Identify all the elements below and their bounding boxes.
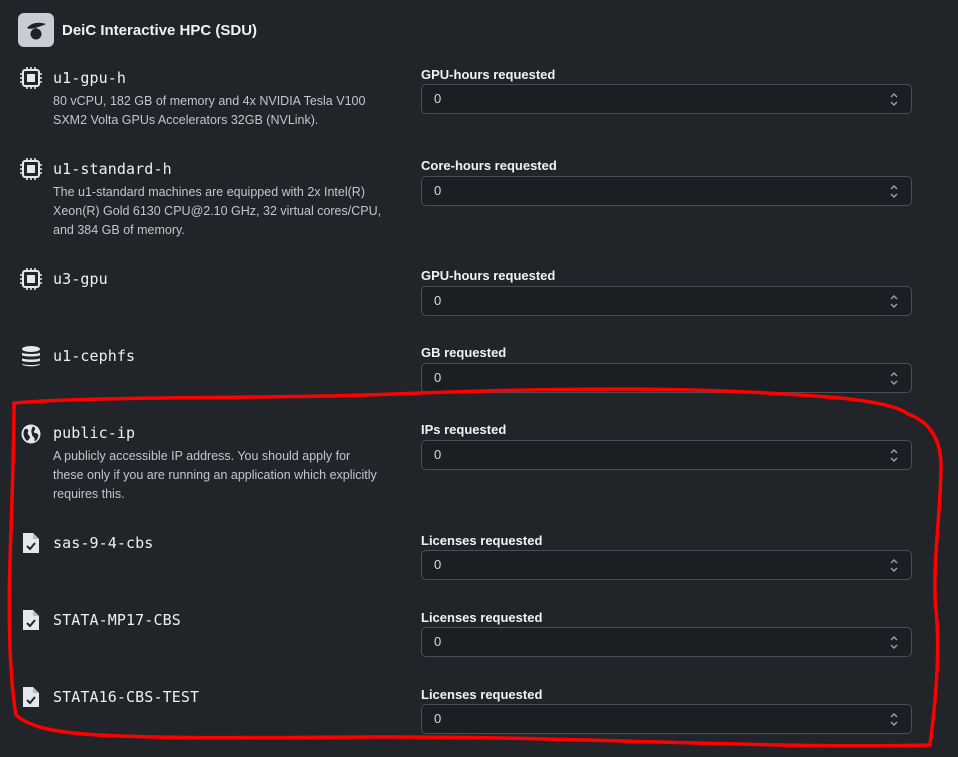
description-line: Xeon(R) Gold 6130 CPU@2.10 GHz, 32 virtu… [53, 204, 382, 218]
quota-input-box [421, 440, 912, 470]
provider-logo [18, 13, 54, 47]
resource-name: sas-9-4-cbs [53, 534, 154, 552]
quota-field-label: GPU-hours requested [421, 268, 556, 283]
resource-description: 80 vCPU, 182 GB of memory and 4x NVIDIA … [53, 92, 413, 130]
spinner-arrows-icon[interactable] [889, 448, 899, 463]
spinner-arrows-icon[interactable] [889, 294, 899, 309]
resource-name: STATA16-CBS-TEST [53, 688, 200, 706]
description-line: A publicly accessible IP address. You sh… [53, 449, 351, 463]
quota-input-box [421, 704, 912, 734]
description-line: requires this. [53, 487, 125, 501]
resource-description: The u1-standard machines are equipped wi… [53, 183, 413, 240]
provider-title: DeiC Interactive HPC (SDU) [62, 21, 258, 39]
description-line: and 384 GB of memory. [53, 223, 185, 237]
quota-input[interactable] [434, 447, 864, 462]
license-file-icon [23, 687, 39, 707]
description-line: SXM2 Volta GPUs Accelerators 32GB (NVLin… [53, 113, 319, 127]
spinner-arrows-icon[interactable] [889, 92, 899, 107]
quota-input-box [421, 84, 912, 114]
provider-header: DeiC Interactive HPC (SDU) [18, 13, 257, 47]
quota-input-box [421, 176, 912, 206]
resource-name: u3-gpu [53, 270, 108, 288]
quota-field-label: Licenses requested [421, 687, 543, 702]
quota-input[interactable] [434, 91, 864, 106]
quota-input[interactable] [434, 183, 864, 198]
description-line: these only if you are running an applica… [53, 468, 377, 482]
globe-icon [21, 424, 41, 444]
quota-input[interactable] [434, 370, 864, 385]
quota-field-label: Licenses requested [421, 610, 543, 625]
resource-description: A publicly accessible IP address. You sh… [53, 447, 413, 504]
quota-field-label: Core-hours requested [421, 158, 557, 173]
resource-name: u1-standard-h [53, 160, 172, 178]
quota-field-label: IPs requested [421, 422, 507, 437]
quota-input-box [421, 286, 912, 316]
quota-input-box [421, 363, 912, 393]
quota-input[interactable] [434, 557, 864, 572]
spinner-arrows-icon[interactable] [889, 635, 899, 650]
quota-input-box [421, 550, 912, 580]
spinner-arrows-icon[interactable] [889, 184, 899, 199]
description-line: 80 vCPU, 182 GB of memory and 4x NVIDIA … [53, 94, 366, 108]
quota-field-label: GPU-hours requested [421, 67, 556, 82]
database-icon [22, 346, 40, 367]
quota-input-box [421, 627, 912, 657]
sdu-logo-icon [27, 22, 46, 40]
description-line: The u1-standard machines are equipped wi… [53, 185, 365, 199]
spinner-arrows-icon[interactable] [889, 712, 899, 727]
quota-input[interactable] [434, 634, 864, 649]
quota-field-label: GB requested [421, 345, 507, 360]
license-file-icon [23, 610, 39, 630]
spinner-arrows-icon[interactable] [889, 558, 899, 573]
cpu-chip-icon [20, 158, 42, 180]
quota-input[interactable] [434, 711, 864, 726]
license-file-icon [23, 533, 39, 553]
resource-name: u1-cephfs [53, 347, 136, 365]
quota-field-label: Licenses requested [421, 533, 543, 548]
spinner-arrows-icon[interactable] [889, 371, 899, 386]
quota-input[interactable] [434, 293, 864, 308]
cpu-chip-icon [20, 268, 42, 290]
resource-name: STATA-MP17-CBS [53, 611, 181, 629]
cpu-chip-icon [20, 67, 42, 89]
resource-name: public-ip [53, 424, 136, 442]
resource-name: u1-gpu-h [53, 69, 127, 87]
